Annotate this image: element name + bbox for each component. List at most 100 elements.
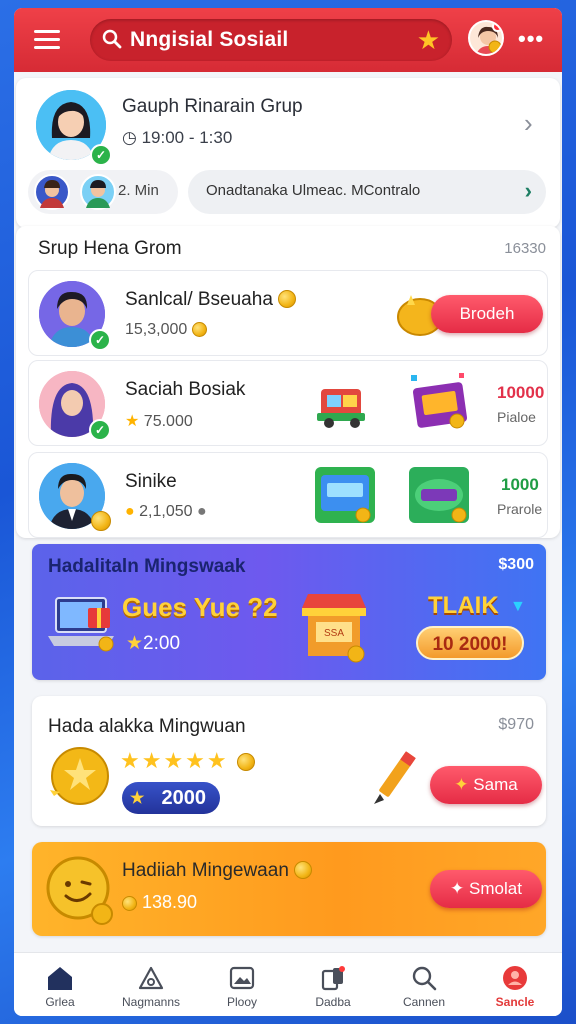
prize-box-icon[interactable] — [407, 371, 473, 433]
more-options-icon[interactable]: ••• — [518, 26, 544, 52]
nav-label: Cannen — [402, 995, 446, 1009]
user-name: Sinike — [125, 471, 177, 492]
verified-check-icon: ✓ — [89, 419, 111, 441]
ranking-card: Srup Hena Grom 16330 ✓ Sanlcal/ Bseuaha … — [16, 226, 560, 538]
home-icon — [48, 967, 72, 990]
nav-dashboard[interactable]: Dadba — [287, 953, 379, 1016]
profile-avatar[interactable] — [468, 20, 504, 56]
coin-icon — [236, 753, 255, 771]
reward-card: Hadiiah Mingewaan 138.90 ✦ Smolat — [32, 842, 546, 936]
nav-play[interactable]: Plooy — [196, 953, 288, 1016]
sparkle-icon: ✦ — [450, 879, 465, 898]
reward-points-text: 138.90 — [142, 892, 198, 912]
member-avatar — [34, 174, 70, 210]
nav-label: Dadba — [315, 995, 351, 1009]
weekly-card: Hada alakka Mingwuan $970 ★★★★★ ★ 2000 ✦… — [32, 696, 546, 826]
claim-button-label: Sama — [473, 775, 518, 794]
verified-check-icon: ✓ — [90, 144, 112, 166]
group-notice[interactable]: Onadtanaka Ulmeac. MContralo › — [188, 170, 546, 214]
app-frame: Nngisial Sosiail ★ ••• ✓ Gauph Rinarain … — [14, 8, 562, 1016]
nav-profile[interactable]: Sancle — [469, 953, 561, 1016]
image-icon — [229, 966, 255, 990]
nav-search[interactable]: Cannen — [378, 953, 470, 1016]
group-time: ◷ 19:00 - 1:30 — [122, 128, 232, 148]
banner-pill-button[interactable]: 10 2000! — [416, 626, 524, 660]
ranking-title: Srup Hena Grom — [38, 238, 182, 259]
coin-icon — [294, 861, 313, 879]
prize-value: 10000 — [497, 383, 545, 402]
promo-banner[interactable]: Hadalitaln Mingswaak $300 Gues Yue ?2 ★2… — [32, 544, 546, 680]
user-name: Saciah Bosiak — [125, 379, 246, 400]
nav-label: Nagmanns — [121, 995, 181, 1009]
user-points: ● 2,1,050 ● — [125, 503, 207, 521]
dropdown-arrow-icon: ▼ — [510, 598, 526, 615]
sparkle-icon: ✦ — [454, 775, 469, 794]
search-icon — [102, 29, 122, 49]
stall-badge-text: SSA — [324, 628, 344, 639]
member-avatars[interactable]: 2. Min — [28, 170, 178, 214]
profile-icon — [503, 966, 527, 990]
coin-badge-icon — [91, 511, 111, 531]
prize-value: 1000 — [501, 475, 539, 494]
star-icon: ★ — [126, 633, 144, 654]
verified-check-icon: ✓ — [89, 329, 111, 351]
prize-label: Pialoe — [497, 409, 536, 425]
user-points-text: 15,3,000 — [125, 321, 188, 338]
shop-stall-icon: SSA — [302, 594, 366, 663]
smiley-coin-icon — [46, 856, 113, 925]
search-icon — [412, 966, 437, 991]
nav-messages[interactable]: Nagmanns — [105, 953, 197, 1016]
user-points-text: 2,1,050 — [139, 503, 193, 520]
search-bar[interactable]: Nngisial Sosiail ★ — [90, 19, 452, 61]
user-points: ★ 75.000 — [125, 411, 193, 431]
menu-icon[interactable] — [32, 26, 62, 54]
chevron-right-icon[interactable]: › — [524, 108, 533, 139]
stars-text: ★★★★★ — [120, 748, 229, 773]
star-icon: ★ — [130, 790, 145, 807]
prize-label: Prarole — [497, 501, 543, 517]
ranking-row[interactable]: Sinike ● 2,1,050 ● 1000 Prarole — [28, 452, 548, 538]
user-name: Sanlcal/ Bseuaha — [125, 289, 297, 311]
banner-value: $300 — [498, 556, 534, 573]
gift-truck-icon[interactable] — [313, 373, 373, 433]
notification-dot — [492, 22, 502, 32]
nav-home[interactable]: Grlea — [14, 953, 106, 1016]
claim-button[interactable]: ✦ Sama — [430, 766, 542, 804]
chevron-right-icon: › — [524, 178, 532, 203]
gem-icon: ● — [196, 503, 207, 520]
coin-icon — [278, 290, 297, 308]
rating-stars: ★★★★★ — [120, 748, 255, 774]
ranking-row[interactable]: ✓ Saciah Bosiak ★ 75.000 10000 Pialoe — [28, 360, 548, 446]
collect-button[interactable]: ✦ Smolat — [430, 870, 542, 908]
notice-text: Onadtanaka Ulmeac. MContralo — [206, 182, 421, 199]
trophy-icon — [50, 747, 109, 805]
ticket-icon[interactable] — [405, 463, 473, 527]
reward-points: 138.90 — [122, 892, 197, 913]
card-icon — [321, 966, 345, 991]
claim-button[interactable]: Brodeh — [431, 295, 543, 333]
nav-label: Grlea — [45, 995, 75, 1009]
group-time-text: 19:00 - 1:30 — [141, 128, 233, 147]
user-points-text: 75.000 — [143, 413, 193, 430]
reward-title: Hadiiah Mingewaan — [122, 860, 313, 882]
banner-points: ★2:00 — [126, 632, 180, 655]
search-text: Nngisial Sosiail — [130, 28, 289, 51]
weekly-value: $970 — [498, 716, 534, 733]
star-icon[interactable]: ★ — [417, 25, 440, 56]
coin-icon — [122, 896, 137, 911]
weekly-amount: ★ 2000 — [122, 782, 220, 814]
gift-card-icon[interactable] — [311, 463, 379, 527]
collect-button-label: Smolat — [469, 879, 522, 898]
group-card[interactable]: ✓ Gauph Rinarain Grup ◷ 19:00 - 1:30 › 2… — [16, 78, 560, 228]
coin-icon — [191, 322, 207, 337]
banner-title: Hadalitaln Mingswaak — [48, 556, 246, 577]
banner-tag: TLAIK — [428, 592, 499, 619]
clock-icon: ◷ — [122, 128, 137, 147]
nav-label: Sancle — [495, 995, 535, 1009]
star-icon: ★ — [125, 413, 140, 430]
laptop-gift-icon — [48, 597, 114, 652]
user-name-text: Sanlcal/ Bseuaha — [125, 289, 273, 310]
member-avatar — [80, 174, 116, 210]
member-count-text: 2. Min — [118, 182, 159, 199]
ranking-row[interactable]: ✓ Sanlcal/ Bseuaha 15,3,000 Brodeh — [28, 270, 548, 356]
